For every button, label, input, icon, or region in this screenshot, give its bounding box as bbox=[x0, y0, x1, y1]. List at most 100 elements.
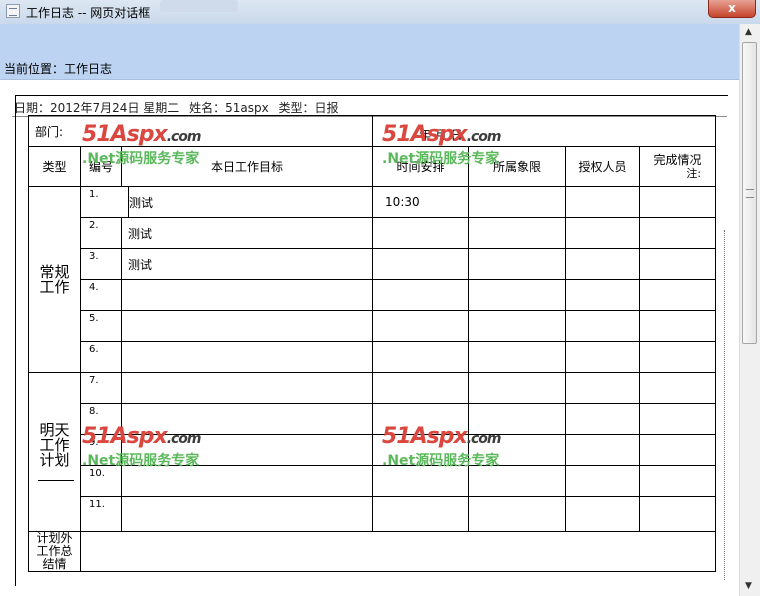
authorized-cell[interactable] bbox=[565, 217, 641, 249]
quadrant-cell[interactable] bbox=[468, 341, 567, 373]
completion-cell[interactable] bbox=[639, 465, 717, 497]
authorized-cell[interactable] bbox=[565, 186, 641, 218]
row-number: 6. bbox=[80, 341, 122, 373]
category-tomorrow-label: 明天工作计划 bbox=[39, 421, 70, 469]
time-cell[interactable]: 10:30 bbox=[372, 186, 470, 218]
authorized-cell[interactable] bbox=[565, 403, 641, 435]
header-authorized: 授权人员 bbox=[565, 146, 641, 187]
row-number: 9. bbox=[80, 434, 122, 466]
table-row: 8. bbox=[29, 403, 717, 435]
task-cell[interactable] bbox=[120, 341, 374, 373]
time-cell[interactable] bbox=[372, 341, 470, 373]
page-dialog-icon bbox=[6, 4, 20, 18]
table-row: 4. bbox=[29, 279, 717, 311]
table-row: 5. bbox=[29, 310, 717, 342]
time-cell[interactable] bbox=[372, 465, 470, 497]
work-log-table: 部门: 年 月 日 类型 编号 本日工作目标 时间安排 所属象限 授权人员 完成… bbox=[27, 115, 717, 572]
authorized-cell[interactable] bbox=[565, 434, 641, 466]
task-cell[interactable] bbox=[120, 279, 374, 311]
authorized-cell[interactable] bbox=[565, 341, 641, 373]
header-quadrant: 所属象限 bbox=[468, 146, 567, 187]
scrollbar-thumb[interactable] bbox=[742, 42, 757, 344]
breadcrumb: 当前位置：工作日志 bbox=[4, 62, 113, 76]
completion-cell[interactable] bbox=[639, 496, 717, 532]
header-type: 类型 bbox=[28, 146, 81, 187]
task-cell[interactable] bbox=[120, 465, 374, 497]
vertical-scrollbar[interactable]: ▲ ▼ bbox=[739, 24, 760, 596]
quadrant-cell[interactable] bbox=[468, 279, 567, 311]
completion-cell[interactable] bbox=[639, 310, 717, 342]
time-cell[interactable] bbox=[372, 217, 470, 249]
quadrant-cell[interactable] bbox=[468, 248, 567, 280]
row-number: 5. bbox=[80, 310, 122, 342]
table-row: 部门: 年 月 日 bbox=[27, 115, 717, 147]
row-number: 1. bbox=[80, 186, 129, 218]
scroll-down-icon[interactable]: ▼ bbox=[745, 581, 752, 591]
row-number: 10. bbox=[80, 465, 122, 497]
summary-cell[interactable] bbox=[79, 531, 717, 572]
quadrant-cell[interactable] bbox=[468, 372, 567, 404]
completion-cell[interactable] bbox=[639, 403, 717, 435]
close-button[interactable]: x bbox=[708, 0, 756, 18]
authorized-cell[interactable] bbox=[565, 248, 641, 280]
completion-cell[interactable] bbox=[639, 186, 717, 218]
task-cell[interactable] bbox=[120, 372, 374, 404]
task-cell[interactable] bbox=[120, 434, 374, 466]
table-row: 计划外工作总结情 bbox=[28, 531, 717, 572]
time-cell[interactable] bbox=[372, 372, 470, 404]
task-cell[interactable]: 测试 bbox=[120, 217, 374, 249]
time-cell[interactable] bbox=[372, 403, 470, 435]
date-label: 年 月 日 bbox=[419, 127, 463, 142]
background-tab bbox=[160, 0, 238, 12]
row-number: 8. bbox=[80, 403, 122, 435]
task-cell[interactable] bbox=[120, 310, 374, 342]
window-title: 工作日志 -- 网页对话框 bbox=[26, 6, 151, 20]
table-row: 3. 测试 bbox=[29, 248, 717, 280]
completion-cell[interactable] bbox=[639, 217, 717, 249]
header-row: 类型 编号 本日工作目标 时间安排 所属象限 授权人员 完成情况 注: bbox=[28, 146, 717, 187]
task-cell[interactable] bbox=[120, 496, 374, 532]
authorized-cell[interactable] bbox=[565, 310, 641, 342]
time-cell[interactable] bbox=[372, 248, 470, 280]
category-unplanned-label: 计划外工作总结情 bbox=[36, 531, 73, 571]
time-cell[interactable] bbox=[372, 279, 470, 311]
task-cell[interactable]: 测试 bbox=[120, 248, 374, 280]
authorized-cell[interactable] bbox=[565, 496, 641, 532]
completion-cell[interactable] bbox=[639, 434, 717, 466]
row-number: 11. bbox=[80, 496, 122, 532]
completion-cell[interactable] bbox=[639, 372, 717, 404]
task-cell[interactable]: 测试 bbox=[127, 186, 374, 218]
table-row: 明天工作计划 7. bbox=[28, 372, 717, 532]
category-tomorrow: 明天工作计划 bbox=[28, 372, 81, 532]
quadrant-cell[interactable] bbox=[468, 465, 567, 497]
completion-cell[interactable] bbox=[639, 341, 717, 373]
time-cell[interactable] bbox=[372, 434, 470, 466]
header-goal: 本日工作目标 bbox=[120, 146, 374, 187]
quadrant-cell[interactable] bbox=[468, 310, 567, 342]
authorized-cell[interactable] bbox=[565, 372, 641, 404]
quadrant-cell[interactable] bbox=[468, 186, 567, 218]
table-row: 10. bbox=[29, 465, 717, 497]
table-row: 2. 测试 bbox=[29, 217, 717, 249]
row-number: 2. bbox=[80, 217, 122, 249]
completion-cell[interactable] bbox=[639, 279, 717, 311]
dept-label: 部门: bbox=[35, 124, 64, 139]
row-number: 3. bbox=[80, 248, 122, 280]
header-completion-label: 完成情况 bbox=[653, 152, 702, 167]
page-edge-dots bbox=[724, 230, 731, 580]
quadrant-cell[interactable] bbox=[468, 403, 567, 435]
quadrant-cell[interactable] bbox=[468, 217, 567, 249]
time-cell[interactable] bbox=[372, 496, 470, 532]
grip-icon bbox=[746, 189, 754, 198]
completion-cell[interactable] bbox=[639, 248, 717, 280]
quadrant-cell[interactable] bbox=[468, 496, 567, 532]
row-number: 7. bbox=[80, 372, 122, 404]
header-number: 编号 bbox=[80, 146, 122, 187]
authorized-cell[interactable] bbox=[565, 465, 641, 497]
task-cell[interactable] bbox=[120, 403, 374, 435]
authorized-cell[interactable] bbox=[565, 279, 641, 311]
scroll-up-icon[interactable]: ▲ bbox=[745, 27, 752, 37]
time-cell[interactable] bbox=[372, 310, 470, 342]
quadrant-cell[interactable] bbox=[468, 434, 567, 466]
table-row: 11. bbox=[29, 496, 717, 532]
